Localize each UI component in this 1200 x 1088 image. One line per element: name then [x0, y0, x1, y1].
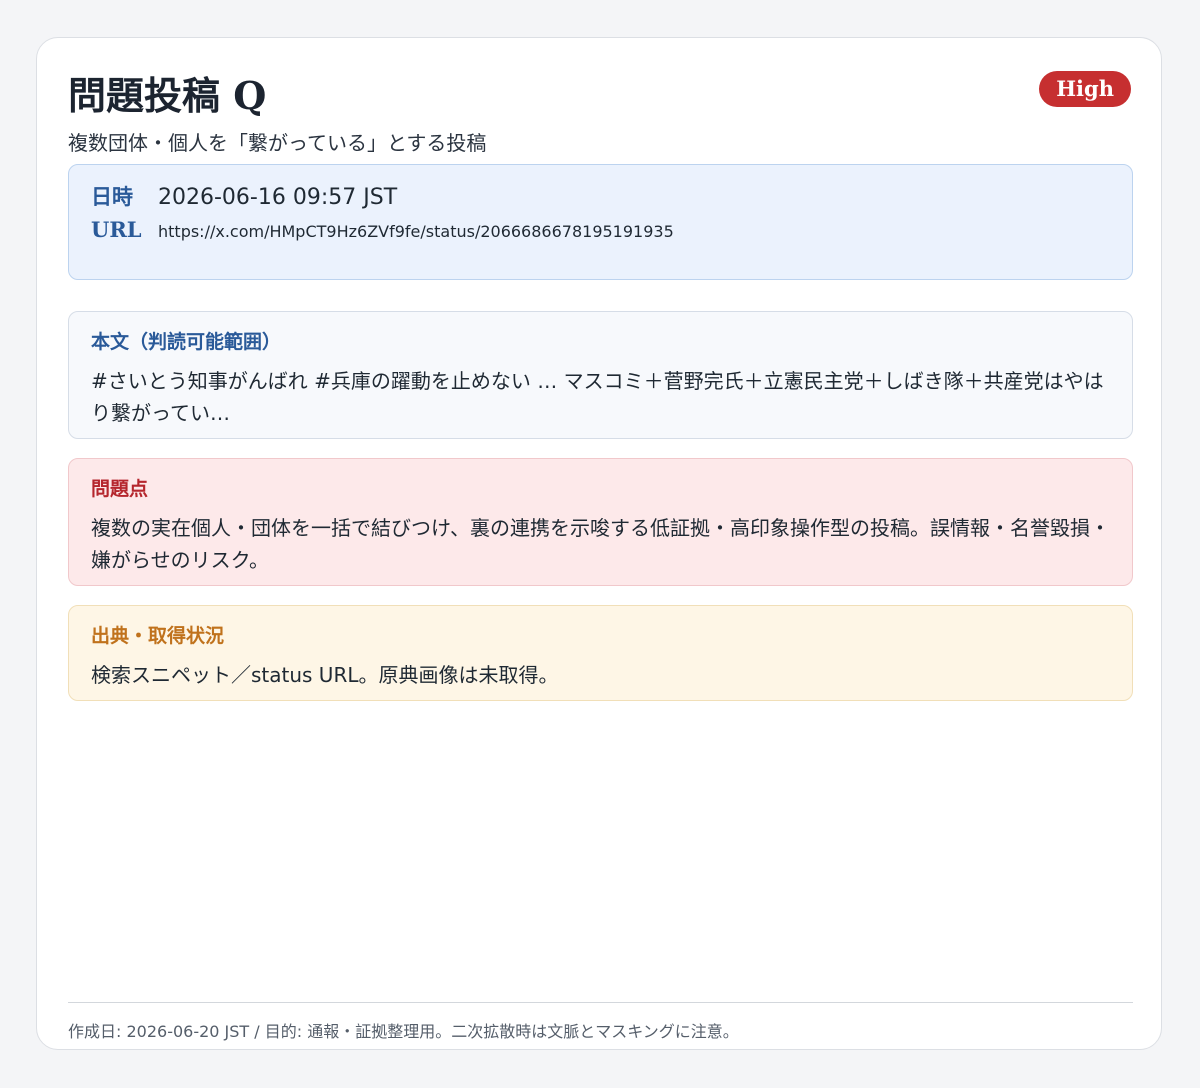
post-body-section: 本文（判読可能範囲） #さいとう知事がんばれ #兵庫の躍動を止めない … マスコ… — [68, 311, 1133, 439]
source-text: 検索スニペット／status URL。原典画像は未取得。 — [91, 663, 559, 687]
issue-section: 問題点 複数の実在個人・団体を一括で結びつけ、裏の連携を示唆する低証拠・高印象操… — [68, 458, 1133, 586]
url-label: URL — [91, 217, 142, 242]
url-row: URL https://x.com/HMpCT9Hz6ZVf9fe/status/… — [91, 217, 674, 242]
meta-box: 日時 2026-06-16 09:57 JST URL https://x.com/… — [68, 164, 1133, 280]
severity-badge: High — [1039, 71, 1131, 107]
footer-divider — [68, 1002, 1133, 1003]
url-value[interactable]: https://x.com/HMpCT9Hz6ZVf9fe/status/206… — [158, 222, 674, 241]
source-section: 出典・取得状況 検索スニペット／status URL。原典画像は未取得。 — [68, 605, 1133, 701]
report-card: 問題投稿 Q High 複数団体・個人を「繋がっている」とする投稿 日時 2026… — [36, 37, 1162, 1050]
date-value: 2026-06-16 09:57 JST — [158, 185, 398, 210]
date-label: 日時 — [91, 184, 133, 209]
page-title: 問題投稿 Q — [68, 73, 267, 118]
page-subtitle: 複数団体・個人を「繋がっている」とする投稿 — [68, 131, 487, 155]
issue-label: 問題点 — [91, 478, 149, 500]
post-body-text: #さいとう知事がんばれ #兵庫の躍動を止めない … マスコミ＋菅野完氏＋立憲民主… — [91, 369, 1104, 425]
date-row: 日時 2026-06-16 09:57 JST — [91, 181, 397, 211]
footer-note: 作成日: 2026-06-20 JST / 目的: 通報・証拠整理用。二次拡散時… — [68, 1022, 739, 1041]
post-body-label: 本文（判読可能範囲） — [91, 331, 282, 353]
source-label: 出典・取得状況 — [91, 625, 225, 647]
issue-text: 複数の実在個人・団体を一括で結びつけ、裏の連携を示唆する低証拠・高印象操作型の投… — [91, 516, 1110, 572]
